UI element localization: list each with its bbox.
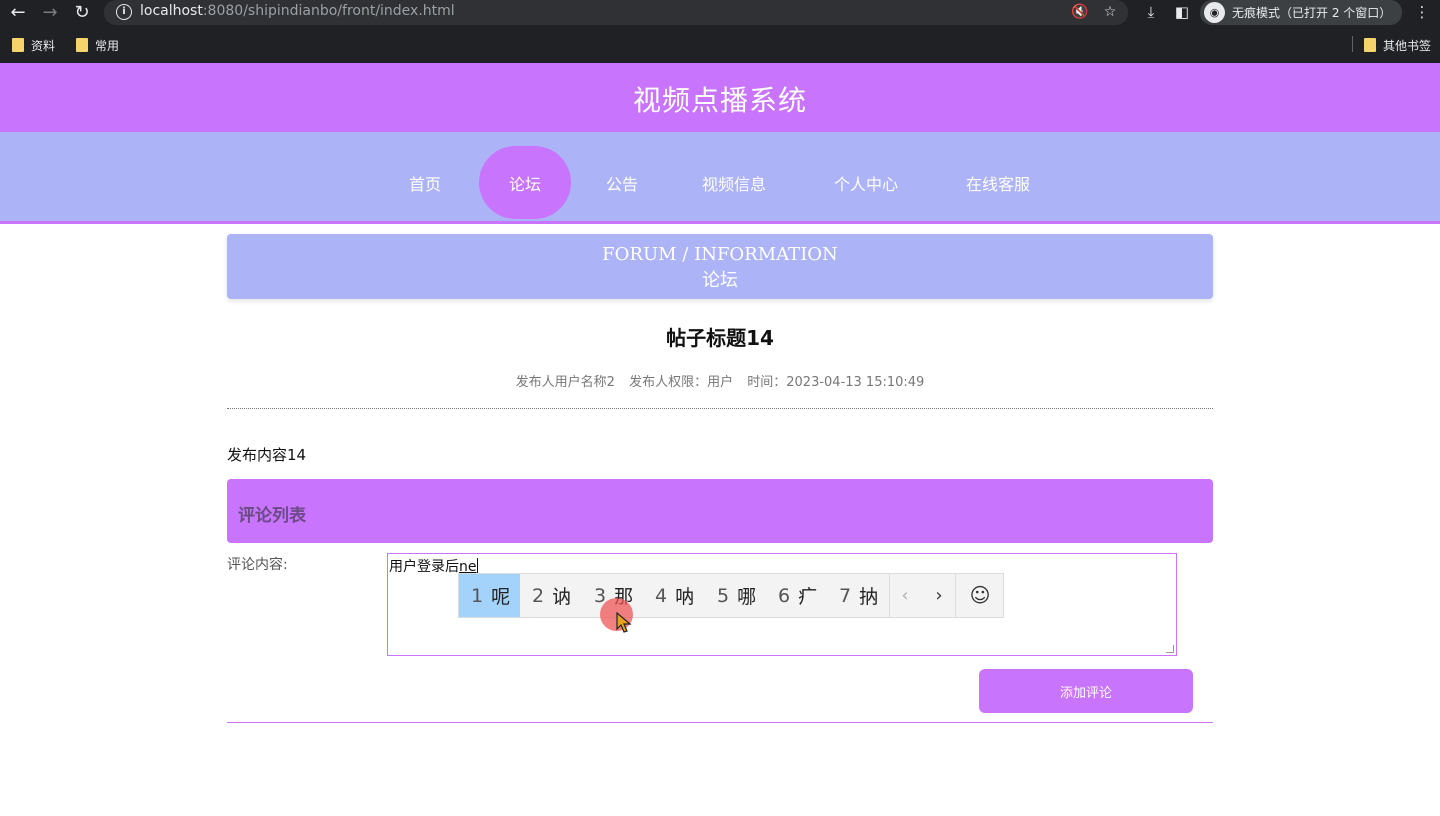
site-title: 视频点播系统 (632, 84, 807, 117)
candidate-number: 7 (839, 584, 852, 607)
back-arrow-icon[interactable]: ← (6, 1, 30, 25)
nav-item-forum[interactable]: 论坛 (479, 146, 571, 219)
main-nav: 首页 论坛 公告 视频信息 个人中心 在线客服 (0, 132, 1440, 224)
side-panel-icon[interactable]: ◧ (1171, 1, 1193, 23)
ime-candidate-7[interactable]: 7抐 (828, 574, 889, 617)
post-meta: 发布人用户名称2 发布人权限：用户 时间：2023-04-13 15:10:49 (227, 371, 1213, 390)
menu-kebab-icon[interactable]: ⋮ (1411, 1, 1433, 23)
post-role: 发布人权限：用户 (629, 375, 734, 390)
mouse-pointer-icon (616, 612, 632, 633)
nav-item-home[interactable]: 首页 (385, 146, 465, 219)
muted-site-icon[interactable]: 🔇 (1070, 2, 1090, 22)
ime-next-page-icon[interactable]: › (923, 574, 955, 617)
post-time: 时间：2023-04-13 15:10:49 (747, 375, 925, 390)
url-path: :8080/shipindianbo/front/index.html (202, 3, 455, 19)
banner-english-title: FORUM / INFORMATION (602, 244, 838, 265)
candidate-char: 哪 (737, 586, 757, 608)
browser-chrome: ← → ↻ i localhost:8080/shipindianbo/fron… (0, 0, 1440, 63)
comment-list-header: 评论列表 (227, 479, 1213, 543)
post-divider (227, 408, 1213, 409)
folder-icon (76, 38, 88, 52)
candidate-number: 6 (778, 584, 791, 607)
post-content: 发布内容14 (227, 446, 307, 464)
candidate-char: 抐 (859, 586, 879, 608)
bookmark-folder-ziliao[interactable]: 资料 (12, 36, 55, 54)
forward-arrow-icon[interactable]: → (38, 1, 62, 25)
comment-field-label: 评论内容: (227, 557, 288, 573)
incognito-indicator[interactable]: ◉ 无痕模式（已打开 2 个窗口） (1200, 0, 1402, 25)
nav-item-profile[interactable]: 个人中心 (818, 146, 914, 219)
comment-list-title: 评论列表 (238, 506, 306, 526)
comment-committed-text: 用户登录后 (389, 559, 459, 575)
url-host: localhost (140, 3, 203, 19)
candidate-number: 1 (471, 584, 484, 607)
nav-item-support[interactable]: 在线客服 (950, 146, 1046, 219)
ime-candidate-5[interactable]: 5哪 (706, 574, 767, 617)
candidate-char: 讷 (552, 586, 572, 608)
ime-candidate-1[interactable]: 1呢 (459, 574, 520, 617)
toolbar: ← → ↻ i localhost:8080/shipindianbo/fron… (0, 0, 1440, 26)
candidate-char: 疒 (798, 586, 818, 608)
download-icon[interactable]: ⤓ (1140, 1, 1162, 23)
candidate-number: 2 (532, 584, 545, 607)
ime-candidate-bar: 1呢 2讷 3那 4呐 5哪 6疒 7抐 ‹ › ☺ (458, 573, 1004, 618)
ime-candidate-2[interactable]: 2讷 (520, 574, 582, 617)
resize-handle[interactable] (1166, 645, 1174, 653)
post-title: 帖子标题14 (666, 326, 774, 350)
address-bar[interactable]: i localhost:8080/shipindianbo/front/inde… (104, 0, 1128, 25)
folder-icon (12, 38, 24, 52)
reload-icon[interactable]: ↻ (70, 1, 94, 25)
ime-candidate-6[interactable]: 6疒 (767, 574, 828, 617)
candidate-char: 呢 (491, 586, 511, 608)
site-header: 视频点播系统 (0, 63, 1440, 132)
bookmark-folder-other[interactable]: 其他书签 (1364, 36, 1431, 54)
ime-emoji-icon[interactable]: ☺ (956, 574, 1004, 617)
text-caret (476, 558, 478, 573)
bookmarks-bar: 资料 常用 其他书签 (0, 32, 1440, 58)
candidate-char: 呐 (675, 586, 695, 608)
candidate-number: 4 (655, 584, 668, 607)
bookmark-folder-changyong[interactable]: 常用 (76, 36, 119, 54)
add-comment-button[interactable]: 添加评论 (979, 669, 1193, 713)
ime-prev-page-icon[interactable]: ‹ (889, 574, 921, 617)
bookmarks-separator (1352, 36, 1353, 52)
incognito-icon: ◉ (1204, 2, 1225, 23)
forum-banner: FORUM / INFORMATION 论坛 (227, 234, 1213, 299)
url-text[interactable]: localhost:8080/shipindianbo/front/index.… (140, 3, 455, 19)
banner-chinese-title: 论坛 (702, 270, 738, 291)
site-info-icon[interactable]: i (116, 4, 132, 20)
incognito-label: 无痕模式（已打开 2 个窗口） (1232, 6, 1392, 20)
bookmark-label: 其他书签 (1383, 38, 1432, 53)
folder-icon (1364, 38, 1376, 52)
bookmark-label: 常用 (95, 38, 120, 53)
nav-item-notice[interactable]: 公告 (582, 146, 662, 219)
bookmark-label: 资料 (31, 38, 56, 53)
post-author: 发布人用户名称2 (515, 375, 615, 390)
comment-section-bottom-border (227, 722, 1213, 723)
bookmark-star-icon[interactable]: ☆ (1100, 2, 1120, 22)
nav-item-video-info[interactable]: 视频信息 (686, 146, 782, 219)
candidate-number: 5 (717, 584, 730, 607)
ime-candidate-4[interactable]: 4呐 (644, 574, 706, 617)
